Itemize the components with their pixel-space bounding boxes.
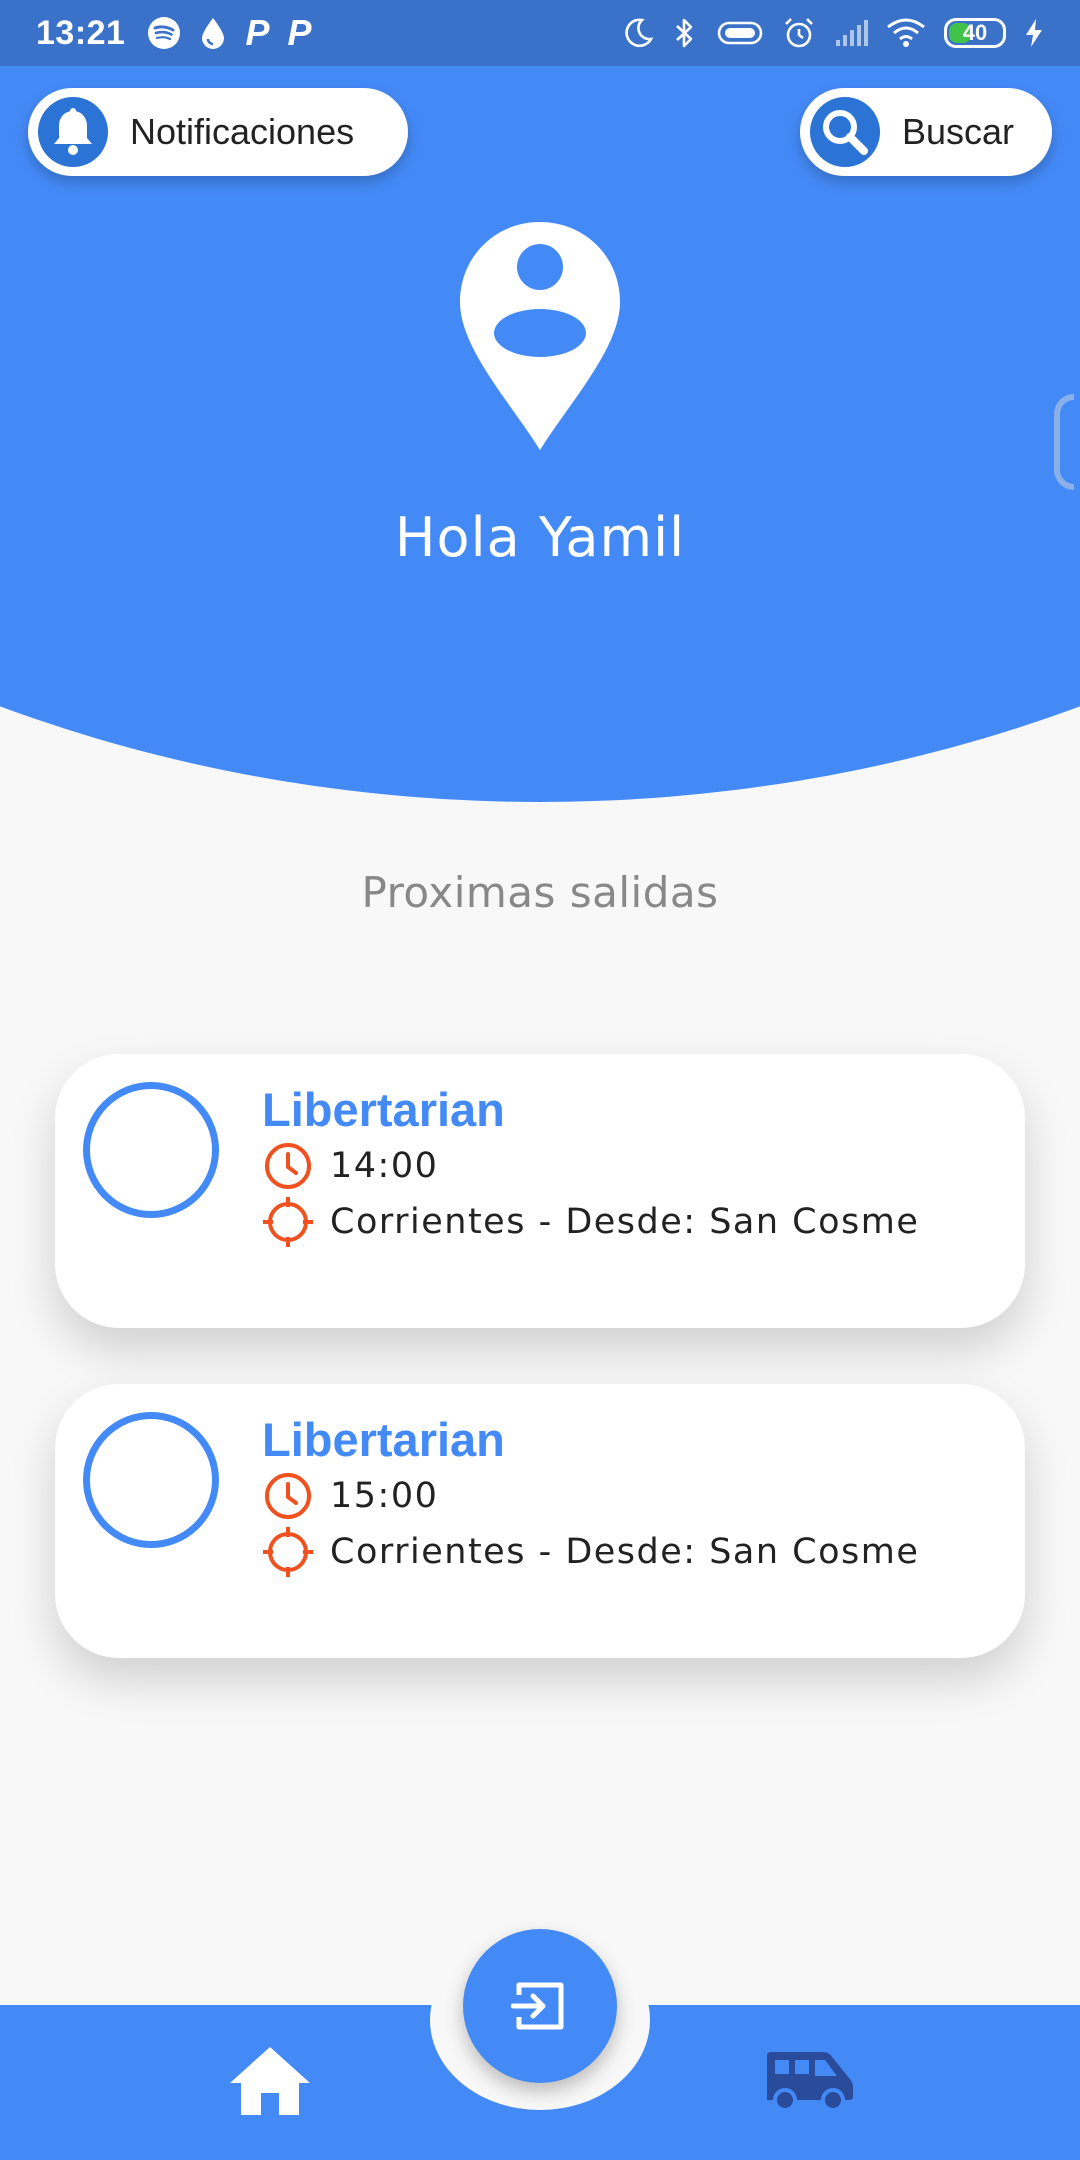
- battery-icon: 40: [944, 18, 1006, 48]
- departure-route-row: Corrientes - Desde: San Cosme: [262, 1526, 919, 1578]
- departure-time-row: 15:00: [262, 1470, 438, 1522]
- target-icon: [262, 1196, 314, 1248]
- notifications-button[interactable]: Notificaciones: [28, 88, 408, 176]
- departure-time: 15:00: [330, 1476, 439, 1516]
- exit-button[interactable]: [463, 1929, 617, 2083]
- alarm-icon: [782, 16, 816, 50]
- vibrate-icon: [716, 18, 764, 48]
- p-icon: P: [287, 12, 312, 53]
- bus-icon: [767, 2052, 853, 2112]
- search-icon: [810, 97, 880, 167]
- home-icon: [230, 2047, 310, 2115]
- company-name: Libertarian: [262, 1083, 505, 1136]
- charging-icon: [1024, 18, 1044, 48]
- signal-icon: [834, 18, 868, 48]
- exit-icon: [511, 1982, 564, 2030]
- notifications-label: Notificaciones: [130, 111, 355, 152]
- status-time: 13:21: [36, 13, 126, 52]
- departure-time-row: 14:00: [262, 1140, 438, 1192]
- spotify-icon: [147, 16, 181, 50]
- target-icon: [262, 1526, 314, 1578]
- departure-time: 14:00: [330, 1146, 439, 1186]
- search-button[interactable]: Buscar: [800, 88, 1052, 176]
- company-avatar: [83, 1082, 219, 1218]
- wifi-icon: [886, 17, 926, 49]
- search-label: Buscar: [902, 111, 1015, 152]
- status-bar-right: 40: [622, 16, 1044, 50]
- section-title: Proximas salidas: [361, 868, 719, 917]
- clock-icon: [262, 1470, 314, 1522]
- greeting: Hola Yamil: [394, 506, 686, 569]
- status-bar-left: 13:21 P P: [36, 12, 312, 54]
- company-avatar: [83, 1412, 219, 1548]
- battery-level: 40: [962, 20, 988, 45]
- departure-route-row: Corrientes - Desde: San Cosme: [262, 1196, 919, 1248]
- home-nav-button[interactable]: [228, 2044, 312, 2118]
- clock-icon: [262, 1140, 314, 1192]
- edge-swipe-handle[interactable]: [1054, 394, 1074, 490]
- departure-route: Corrientes - Desde: San Cosme: [330, 1202, 920, 1242]
- user-location-icon: [458, 220, 622, 452]
- departure-route: Corrientes - Desde: San Cosme: [330, 1532, 920, 1572]
- bell-icon: [38, 97, 108, 167]
- bluetooth-icon: [672, 16, 698, 50]
- company-name: Libertarian: [262, 1413, 505, 1466]
- departure-card[interactable]: Libertarian 15:00 Corrientes - Desde: Sa…: [55, 1384, 1025, 1658]
- status-bar: 13:21 P P 40: [0, 0, 1080, 66]
- moon-icon: [622, 17, 654, 49]
- drop-icon: [199, 16, 227, 50]
- bus-nav-button[interactable]: [762, 2044, 856, 2118]
- p-icon: P: [245, 12, 270, 53]
- departure-card[interactable]: Libertarian 14:00 Corrientes - Desde: Sa…: [55, 1054, 1025, 1328]
